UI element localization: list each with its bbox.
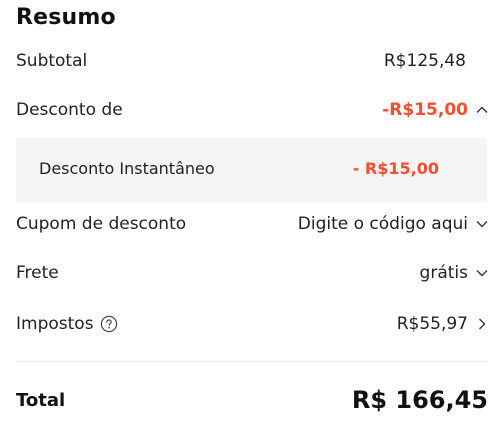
coupon-code-placeholder[interactable]: Digite o código aqui [298, 214, 468, 234]
coupon-right: Digite o código aqui [298, 214, 490, 234]
subtotal-label: Subtotal [16, 51, 88, 71]
instant-discount-value: - R$15,00 [352, 159, 439, 178]
coupon-row[interactable]: Cupom de desconto Digite o código aqui [16, 214, 490, 234]
total-row: Total R$ 166,45 [16, 386, 488, 414]
chevron-down-icon[interactable] [474, 216, 490, 232]
chevron-right-icon[interactable] [474, 316, 490, 332]
subtotal-row: Subtotal R$125,48 [16, 51, 490, 71]
question-circle-icon[interactable] [100, 315, 118, 333]
shipping-right: grátis [420, 263, 490, 283]
taxes-label-group: Impostos [16, 314, 118, 334]
order-summary: Resumo Subtotal R$125,48 Desconto de -R$… [0, 0, 500, 421]
discount-right: -R$15,00 [382, 100, 490, 120]
shipping-label: Frete [16, 263, 59, 283]
discount-label: Desconto de [16, 100, 123, 120]
shipping-value: grátis [419, 263, 468, 283]
shipping-row[interactable]: Frete grátis [16, 263, 490, 283]
chevron-up-icon[interactable] [474, 102, 490, 118]
instant-discount-label: Desconto Instantâneo [39, 159, 215, 178]
chevron-down-icon[interactable] [474, 265, 490, 281]
taxes-label: Impostos [16, 314, 94, 334]
discount-detail-row: Desconto Instantâneo - R$15,00 [39, 159, 439, 178]
discount-toggle[interactable]: Desconto de -R$15,00 [16, 100, 490, 120]
discount-details-panel: Desconto Instantâneo - R$15,00 [16, 138, 487, 202]
total-value: R$ 166,45 [351, 386, 488, 414]
taxes-value: R$55,97 [396, 314, 468, 334]
taxes-row[interactable]: Impostos R$55,97 [16, 314, 490, 334]
summary-title: Resumo [16, 5, 116, 30]
coupon-label: Cupom de desconto [16, 214, 187, 234]
taxes-right: R$55,97 [397, 314, 490, 334]
subtotal-value: R$125,48 [383, 51, 466, 71]
total-label: Total [16, 389, 66, 411]
divider [16, 361, 487, 362]
discount-value: -R$15,00 [382, 100, 468, 120]
